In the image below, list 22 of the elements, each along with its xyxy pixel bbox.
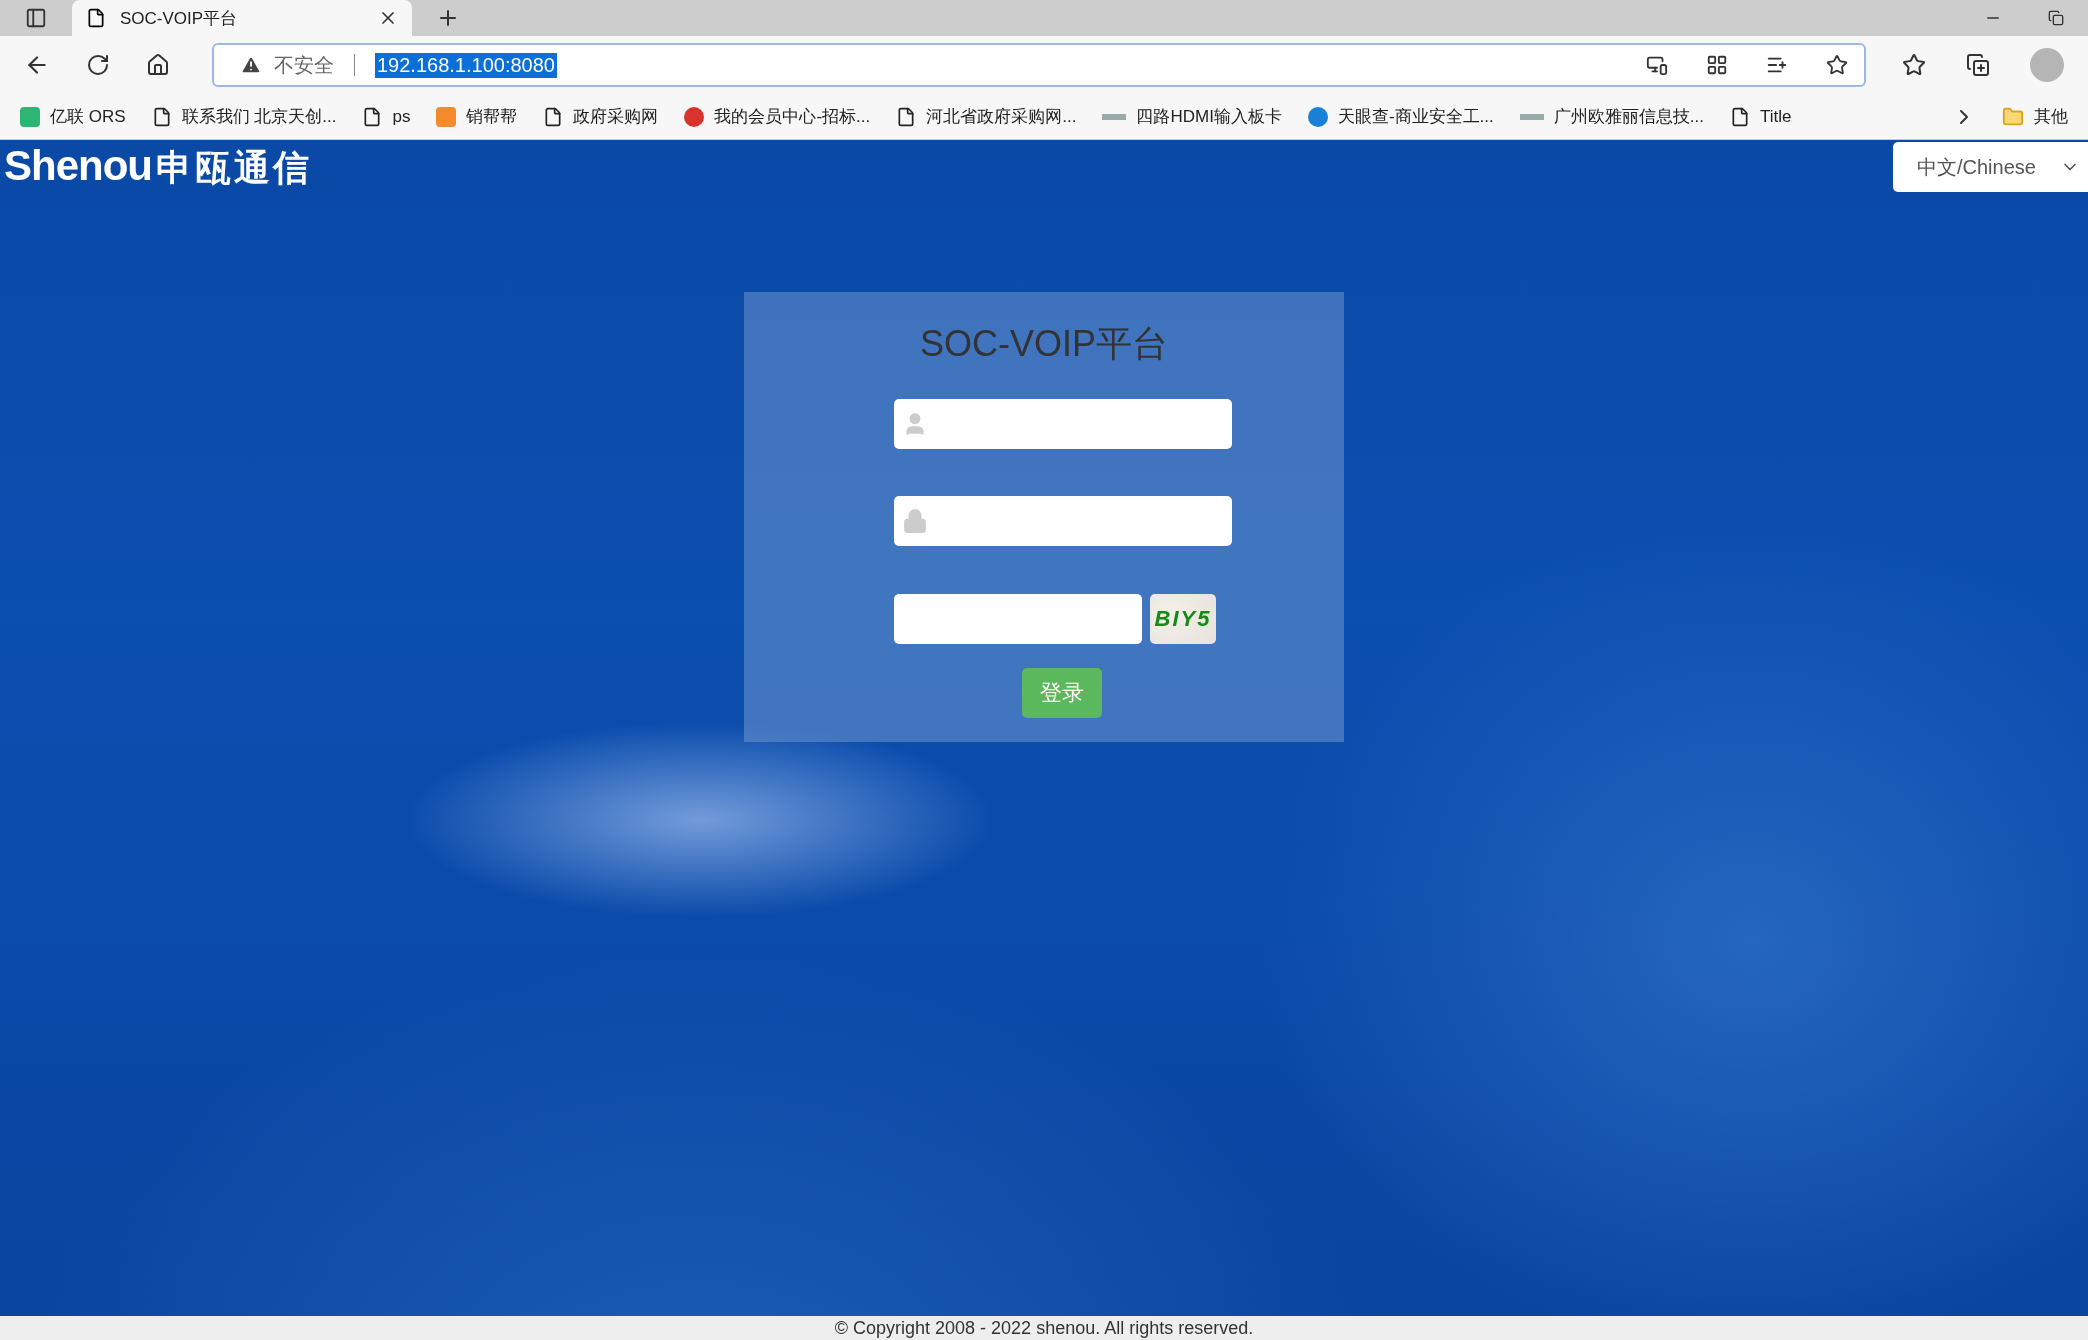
captcha-image[interactable]: BIY5 [1150, 594, 1216, 644]
login-title: SOC-VOIP平台 [920, 322, 1168, 366]
bookmark[interactable]: ps [362, 106, 411, 127]
bookmark[interactable]: 政府采购网 [543, 105, 659, 128]
bookmark[interactable]: 四路HDMI输入板卡 [1102, 105, 1282, 128]
copyright-text: © Copyright 2008 - 2022 shenou. All rights reserved. [834, 1317, 1254, 1339]
bookmark[interactable]: 广州欧雅丽信息技... [1519, 105, 1704, 128]
tab-title: SOC-VOIP平台 [120, 7, 239, 30]
address-bar[interactable]: 不安全 192.168.1.100:8080 [212, 43, 1866, 87]
bookmark[interactable]: 天眼查-商业安全工... [1307, 105, 1494, 128]
bookmark[interactable]: 亿联 ORS [20, 105, 126, 128]
bookmark[interactable]: 销帮帮 [436, 105, 518, 128]
bookmark-folder[interactable]: 其他 [2002, 105, 2068, 128]
language-select[interactable]: 中文/Chinese [1893, 142, 2088, 192]
browser-tab[interactable]: SOC-VOIP平台 [72, 0, 412, 36]
logo: Shenou申瓯通信 [3, 142, 312, 191]
bookmark[interactable]: 联系我们 北京天创... [151, 105, 337, 128]
security-label: 不安全 [274, 52, 334, 78]
url-text: 192.168.1.100:8080 [375, 52, 557, 78]
bookmark[interactable]: Title [1729, 106, 1792, 127]
bookmark[interactable]: 河北省政府采购网... [896, 105, 1077, 128]
bookmark[interactable]: 我的会员中心-招标... [684, 105, 871, 128]
